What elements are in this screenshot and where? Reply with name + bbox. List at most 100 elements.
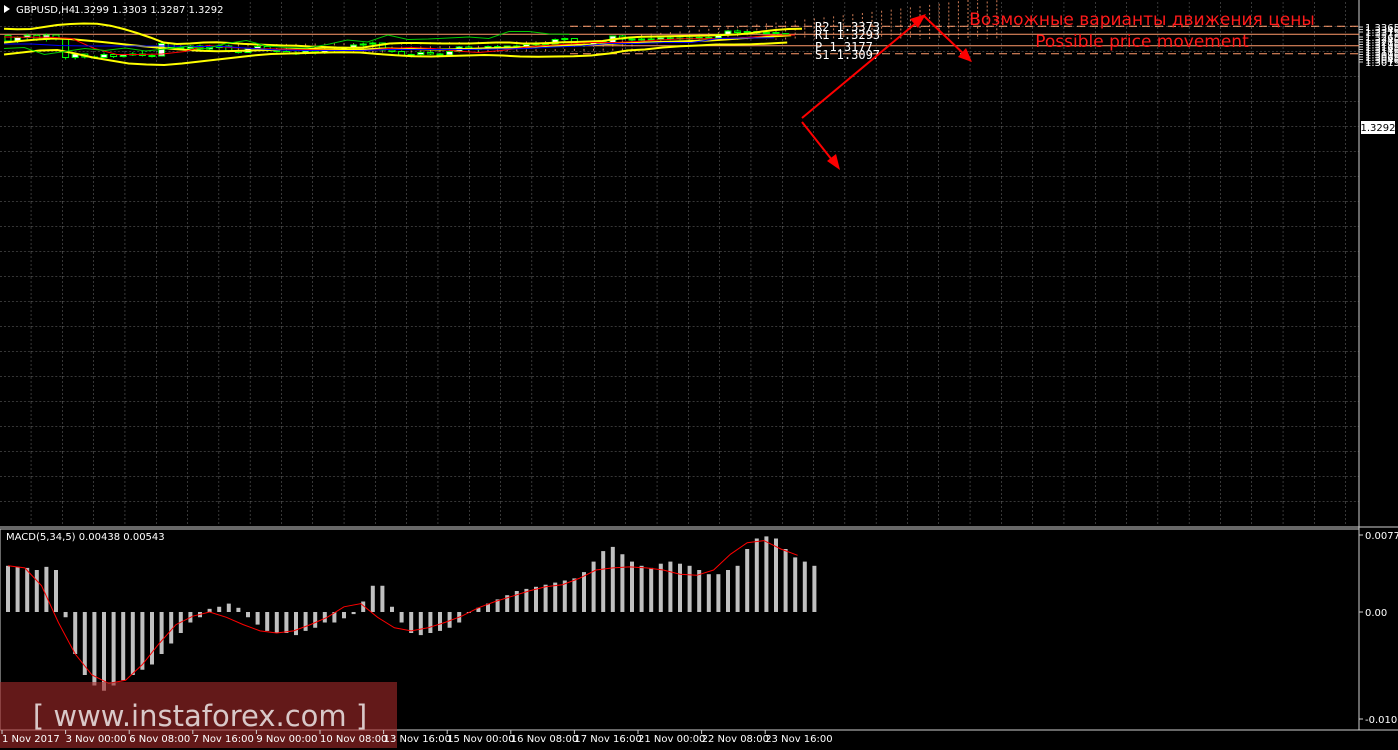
macd-bar xyxy=(428,612,433,633)
macd-axis: 0.00779 0.00 -0.01068 xyxy=(1359,531,1398,726)
macd-bar xyxy=(284,612,289,633)
watermark-text: [ www.instaforex.com ] xyxy=(33,699,367,733)
candle-body xyxy=(638,38,646,41)
macd-tick-label: 0.00779 xyxy=(1365,531,1398,542)
macd-bar xyxy=(121,612,126,681)
macd-bar xyxy=(54,570,58,612)
macd-bar xyxy=(265,612,270,631)
macd-bar xyxy=(418,612,423,636)
macd-bar xyxy=(25,567,30,612)
macd-bar xyxy=(44,566,49,612)
macd-bar xyxy=(735,565,740,612)
time-tick-label: 16 Nov 08:00 xyxy=(511,734,578,745)
candle-body xyxy=(417,52,425,55)
chart-canvas[interactable]: R2 1.3373R1 1.3293P 1.3177S1 1.3097 Возм… xyxy=(0,0,1398,750)
time-tick-label: 10 Nov 08:00 xyxy=(320,734,387,745)
candle-body xyxy=(426,52,434,55)
time-tick-label: 17 Nov 16:00 xyxy=(574,734,641,745)
macd-bar xyxy=(591,561,596,612)
macd-bar xyxy=(92,612,97,686)
candle-body xyxy=(148,55,156,57)
macd-bar xyxy=(342,612,346,619)
macd-bar xyxy=(399,612,404,623)
forecast-caption-ru: Возможные варианты движения цены xyxy=(969,10,1315,30)
forecast-caption-en: Possible price movement xyxy=(1035,32,1249,52)
macd-bar xyxy=(130,612,135,675)
level-label-s1: S1 1.3097 xyxy=(815,48,880,62)
current-price-label: 1.3292 xyxy=(1361,123,1396,134)
candle-body xyxy=(561,38,569,40)
macd-bar xyxy=(217,606,222,612)
time-tick-label: 1 Nov 2017 xyxy=(2,734,60,745)
macd-bar xyxy=(620,554,625,612)
macd-bar xyxy=(668,561,673,612)
macd-bar xyxy=(6,565,10,612)
ohlc-readout: 1.3299 1.3303 1.3287 1.3292 xyxy=(74,5,224,16)
macd-bar xyxy=(140,612,145,670)
candle-body xyxy=(772,32,780,34)
macd-bar xyxy=(716,574,721,612)
macd-tick-label: 0.00 xyxy=(1365,608,1387,619)
time-tick-label: 3 Nov 00:00 xyxy=(66,734,127,745)
macd-bar xyxy=(562,580,567,612)
macd-bar xyxy=(774,538,778,612)
macd-bar xyxy=(630,561,634,612)
candle-body xyxy=(369,42,377,45)
time-tick-label: 23 Nov 16:00 xyxy=(765,734,832,745)
macd-bar xyxy=(15,566,20,612)
macd-bar xyxy=(226,603,231,612)
macd-bar xyxy=(764,536,769,612)
macd-bar xyxy=(102,612,106,691)
candle-body xyxy=(4,34,12,42)
price-grid xyxy=(0,2,1359,525)
time-tick-label: 13 Nov 16:00 xyxy=(384,734,451,745)
macd-bar xyxy=(553,582,558,612)
candle-body xyxy=(647,38,655,41)
candle-body xyxy=(110,54,118,57)
time-tick-label: 21 Nov 00:00 xyxy=(638,734,705,745)
macd-bar xyxy=(390,606,394,612)
macd-bar xyxy=(351,612,356,615)
macd-bar xyxy=(687,565,692,612)
candle-body xyxy=(436,53,444,56)
candle-body xyxy=(762,32,770,34)
macd-bar xyxy=(582,572,586,612)
price-tick-label: 1.3015 xyxy=(1365,58,1398,69)
macd-bar xyxy=(409,612,414,633)
macd-bar xyxy=(159,612,164,654)
macd-bar xyxy=(697,570,702,612)
candle-body xyxy=(782,33,790,36)
candle-body xyxy=(657,37,665,40)
macd-bar xyxy=(610,546,615,612)
candle-body xyxy=(388,49,396,52)
macd-bar xyxy=(313,612,318,628)
macd-bar xyxy=(572,578,577,612)
macd-bar xyxy=(754,538,759,612)
macd-bar xyxy=(783,549,788,612)
macd-bar xyxy=(649,567,654,612)
macd-bar xyxy=(73,612,78,654)
macd-bar xyxy=(543,584,548,612)
macd-bar xyxy=(793,557,798,612)
macd-bar xyxy=(438,612,442,631)
macd-bar xyxy=(534,586,538,612)
macd-bar xyxy=(370,585,375,612)
macd-bar xyxy=(658,563,663,612)
macd-bar xyxy=(63,612,68,618)
candle-body xyxy=(446,51,454,56)
candle-body xyxy=(734,30,742,33)
macd-bar xyxy=(255,612,260,625)
macd-bar xyxy=(745,549,750,612)
time-tick-label: 15 Nov 00:00 xyxy=(447,734,514,745)
time-tick-label: 7 Nov 16:00 xyxy=(193,734,254,745)
macd-bar xyxy=(706,574,711,612)
candle-body xyxy=(100,54,108,58)
candle-body xyxy=(62,38,70,58)
macd-bar xyxy=(111,612,116,686)
macd-bar xyxy=(303,612,308,631)
macd-tick-label: -0.01068 xyxy=(1365,715,1398,726)
price-axis: 1.33651.33401.33151.32651.32401.32151.31… xyxy=(1359,23,1398,69)
macd-bar xyxy=(294,612,298,636)
macd-bar xyxy=(639,565,644,612)
candle-body xyxy=(628,38,636,41)
